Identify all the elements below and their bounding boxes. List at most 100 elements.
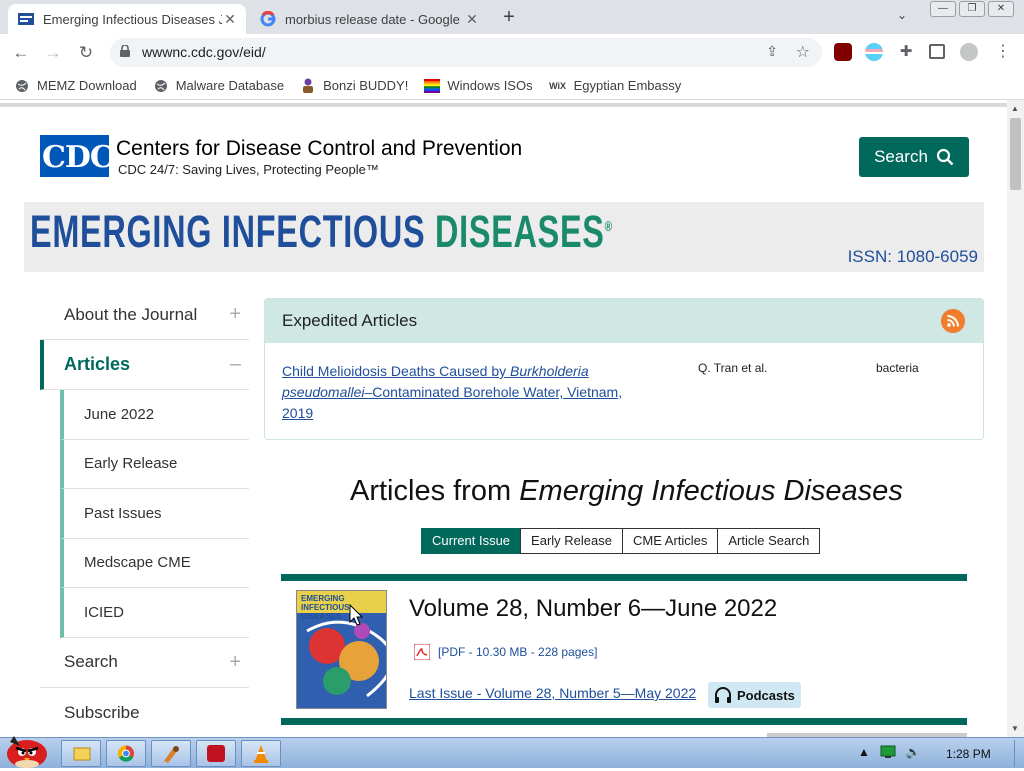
- last-issue-link[interactable]: Last Issue - Volume 28, Number 5—May 202…: [409, 685, 696, 701]
- minimize-button[interactable]: —: [930, 1, 956, 17]
- tab-cme-articles[interactable]: CME Articles: [621, 528, 719, 554]
- sidebar-item-icied[interactable]: ICIED: [60, 588, 249, 638]
- eid-banner[interactable]: EMERGING INFECTIOUS DISEASES® ISSN: 1080…: [24, 202, 984, 272]
- cdc-logo[interactable]: CDC: [40, 135, 114, 177]
- side-panel-icon[interactable]: [929, 44, 945, 59]
- tab-article-search[interactable]: Article Search: [717, 528, 821, 554]
- top-divider: [0, 103, 1007, 107]
- lock-icon: [120, 45, 130, 57]
- collapse-minus-icon[interactable]: –: [230, 353, 241, 376]
- expedited-articles-header: Expedited Articles: [265, 299, 983, 343]
- back-arrow-icon[interactable]: ←: [10, 42, 32, 64]
- bookmark-malware-database[interactable]: Malware Database: [153, 78, 284, 94]
- start-button-angry-bird-icon[interactable]: [2, 732, 52, 768]
- system-tray: ▲ 🔈: [858, 745, 921, 759]
- windows-taskbar: ▲ 🔈 1:28 PM: [0, 736, 1024, 768]
- taskbar-explorer-button[interactable]: [61, 740, 101, 767]
- close-window-button[interactable]: ✕: [988, 1, 1014, 17]
- issue-divider-bottom: [281, 718, 967, 725]
- bookmark-memz[interactable]: MEMZ Download: [14, 78, 137, 94]
- scroll-up-arrow-icon[interactable]: ▲: [1011, 104, 1019, 113]
- browser-tab-bar: Emerging Infectious Diseases Jo ✕ morbiu…: [0, 0, 1024, 34]
- show-hidden-icons-arrow-icon[interactable]: ▲: [858, 745, 870, 759]
- current-volume-title[interactable]: Volume 28, Number 6—June 2022: [409, 595, 777, 623]
- globe-icon: [14, 78, 30, 94]
- article-authors: Q. Tran et al.: [698, 361, 768, 375]
- volume-icon[interactable]: 🔈: [906, 745, 921, 759]
- expand-plus-icon[interactable]: +: [229, 651, 241, 674]
- articles-heading: Articles from Emerging Infectious Diseas…: [350, 475, 903, 507]
- expedited-article-link[interactable]: Child Melioidosis Deaths Caused by Burkh…: [282, 361, 652, 424]
- url-text: wwwnc.cdc.gov/eid/: [142, 44, 266, 60]
- menu-kebab-icon[interactable]: ⋮: [995, 43, 1013, 61]
- page-viewport: CDC Centers for Disease Control and Prev…: [0, 100, 1007, 737]
- sidebar-item-articles[interactable]: Articles –: [40, 340, 249, 390]
- tab-title: morbius release date - Google S: [285, 11, 464, 27]
- sidebar-item-medscape-cme[interactable]: Medscape CME: [60, 538, 249, 588]
- google-icon: [260, 11, 276, 27]
- scrollbar-thumb[interactable]: [1010, 118, 1021, 190]
- sidebar-item-early-release[interactable]: Early Release: [60, 439, 249, 489]
- taskbar-chrome-button[interactable]: [106, 740, 146, 767]
- extension-icon[interactable]: [865, 43, 883, 61]
- globe-icon: [153, 78, 169, 94]
- mouse-cursor-icon: [349, 604, 364, 626]
- scroll-down-arrow-icon[interactable]: ▼: [1011, 724, 1019, 733]
- sidebar-item-june-2022[interactable]: June 2022: [60, 390, 249, 440]
- headphones-icon: [715, 687, 731, 703]
- sidebar-item-subscribe[interactable]: Subscribe: [40, 688, 249, 738]
- browser-toolbar: ← → ↻ wwwnc.cdc.gov/eid/ ⇪ ☆ ✚ ⋮: [0, 34, 1024, 72]
- forward-arrow-icon[interactable]: →: [42, 42, 64, 64]
- tab-current-issue[interactable]: Current Issue: [421, 528, 522, 554]
- extensions-puzzle-icon[interactable]: ✚: [897, 43, 915, 61]
- sidebar-item-about-the-journal[interactable]: About the Journal +: [40, 290, 249, 340]
- close-tab-icon[interactable]: ✕: [222, 11, 238, 27]
- new-tab-button[interactable]: +: [498, 7, 520, 29]
- articles-tabs: Current Issue Early Release CME Articles…: [421, 528, 821, 554]
- expedited-articles-panel: Expedited Articles Child Melioidosis Dea…: [264, 298, 984, 440]
- taskbar-vlc-button[interactable]: [241, 740, 281, 767]
- org-name[interactable]: Centers for Disease Control and Preventi…: [116, 137, 522, 161]
- page-scrollbar[interactable]: ▲ ▼: [1007, 100, 1024, 737]
- bookmark-bonzi-buddy[interactable]: Bonzi BUDDY!: [300, 78, 408, 94]
- maximize-button[interactable]: ❐: [959, 1, 985, 17]
- org-tagline: CDC 24/7: Saving Lives, Protecting Peopl…: [118, 162, 379, 177]
- cover-title: EMERGING INFECTIOUS DISEASES: [301, 594, 350, 621]
- tab-eid[interactable]: Emerging Infectious Diseases Jo ✕: [8, 4, 246, 34]
- article-category: bacteria: [876, 361, 919, 375]
- journal-title: EMERGING INFECTIOUS DISEASES®: [30, 206, 613, 257]
- address-bar[interactable]: wwwnc.cdc.gov/eid/ ⇪ ☆: [110, 38, 822, 67]
- sidebar-nav: About the Journal + Articles – June 2022…: [40, 290, 249, 737]
- expand-plus-icon[interactable]: +: [229, 303, 241, 326]
- issue-cover-image[interactable]: EMERGING INFECTIOUS DISEASES: [296, 590, 387, 709]
- bookmark-egyptian-embassy[interactable]: WiX Egyptian Embassy: [549, 78, 681, 94]
- search-button-label: Search: [874, 147, 928, 166]
- show-desktop-button[interactable]: [1014, 740, 1022, 767]
- bookmark-star-icon[interactable]: ☆: [796, 42, 810, 62]
- close-tab-icon[interactable]: ✕: [464, 11, 480, 27]
- rainbow-flag-icon: [424, 78, 441, 94]
- profile-avatar-icon[interactable]: [960, 43, 978, 61]
- taskbar-app-button[interactable]: [151, 740, 191, 767]
- tab-title: Emerging Infectious Diseases Jo: [43, 11, 222, 27]
- window-controls: — ❐ ✕: [930, 1, 1014, 17]
- issn-text: ISSN: 1080-6059: [847, 247, 978, 266]
- sidebar-item-past-issues[interactable]: Past Issues: [60, 489, 249, 539]
- pdf-link[interactable]: [PDF - 10.30 MB - 228 pages]: [414, 644, 597, 660]
- rss-icon[interactable]: [941, 309, 965, 333]
- search-button[interactable]: Search: [859, 137, 969, 177]
- reload-icon[interactable]: ↻: [75, 42, 97, 64]
- share-icon[interactable]: ⇪: [766, 43, 778, 60]
- network-icon[interactable]: [880, 745, 896, 759]
- taskbar-devcpp-button[interactable]: [196, 740, 236, 767]
- tab-google[interactable]: morbius release date - Google S ✕: [250, 4, 488, 34]
- tab-early-release[interactable]: Early Release: [520, 528, 623, 554]
- podcasts-button[interactable]: Podcasts: [708, 682, 801, 708]
- sidebar-item-search[interactable]: Search +: [40, 638, 249, 688]
- tab-search-chevron-icon[interactable]: ⌄: [897, 8, 907, 22]
- ublock-extension-icon[interactable]: [834, 43, 852, 61]
- cdc-favicon-icon: [18, 11, 34, 27]
- taskbar-clock[interactable]: 1:28 PM: [946, 747, 991, 761]
- expedited-heading: Expedited Articles: [282, 311, 418, 330]
- bookmark-windows-isos[interactable]: Windows ISOs: [424, 78, 533, 94]
